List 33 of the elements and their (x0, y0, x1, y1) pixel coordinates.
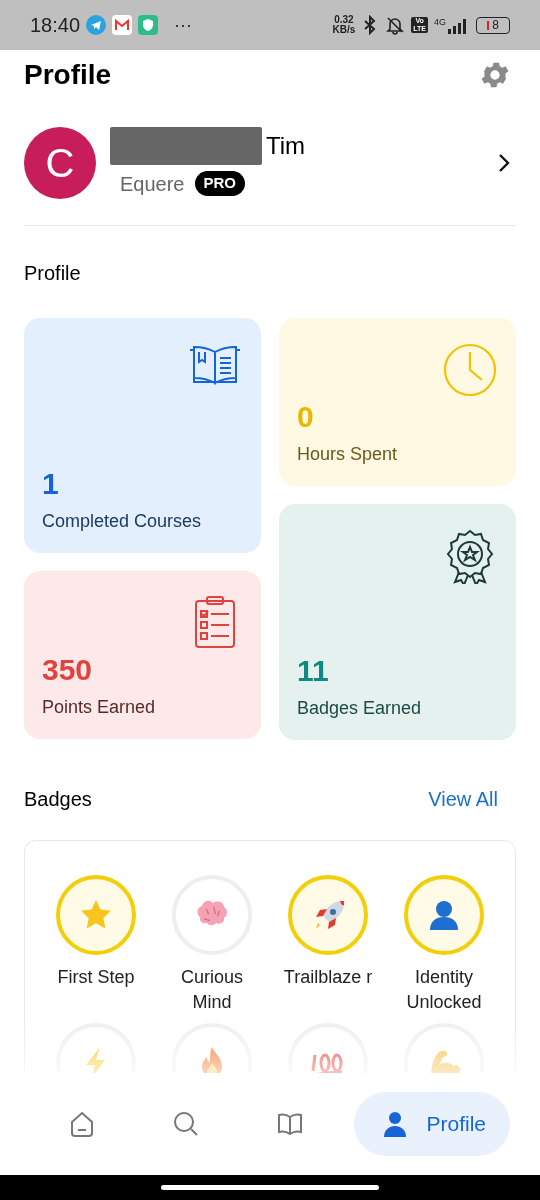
stat-label: Completed Courses (42, 510, 203, 533)
stat-value: 350 (42, 652, 94, 688)
mail-icon (112, 15, 133, 35)
clock-time: 18:40 (30, 13, 81, 38)
nav-tab[interactable]: Profile (354, 1092, 510, 1156)
stat-label: Hours Spent (297, 443, 399, 466)
stat-value: 1 (42, 466, 60, 502)
shield-icon (138, 15, 159, 35)
clock-icon (442, 342, 498, 398)
badge-label: First Step (56, 966, 136, 989)
user-name: Tim (266, 130, 306, 161)
chevron-right-icon[interactable] (496, 151, 512, 174)
section-title: Badges (24, 787, 92, 812)
badge-label: Identity Unlocked (405, 966, 483, 1014)
paper-plane-icon (86, 15, 107, 35)
section-title: Profile (24, 261, 82, 286)
avatar[interactable]: C (24, 126, 96, 199)
stat-value: 0 (297, 399, 315, 435)
stat-label: Points Earned (42, 696, 157, 719)
page-title: Profile (24, 58, 112, 92)
speed-unit: KB/s (332, 25, 356, 35)
pro-badge: PRO (194, 171, 245, 196)
badge-label: Trailblaze r (282, 966, 374, 989)
battery-icon: 8 (476, 16, 510, 34)
view-all-link[interactable]: View All (428, 784, 498, 814)
user-subtitle: Equere (120, 171, 185, 197)
network-type: 4G (434, 16, 446, 29)
bell-off-icon (385, 15, 406, 35)
stat-value: 11 (297, 653, 330, 689)
speed-value: 0.32 (334, 15, 354, 25)
more-icon: ··· (174, 11, 193, 39)
stat-label: Badges Earned (297, 697, 423, 720)
badge-label: Curious Mind (180, 966, 244, 1014)
